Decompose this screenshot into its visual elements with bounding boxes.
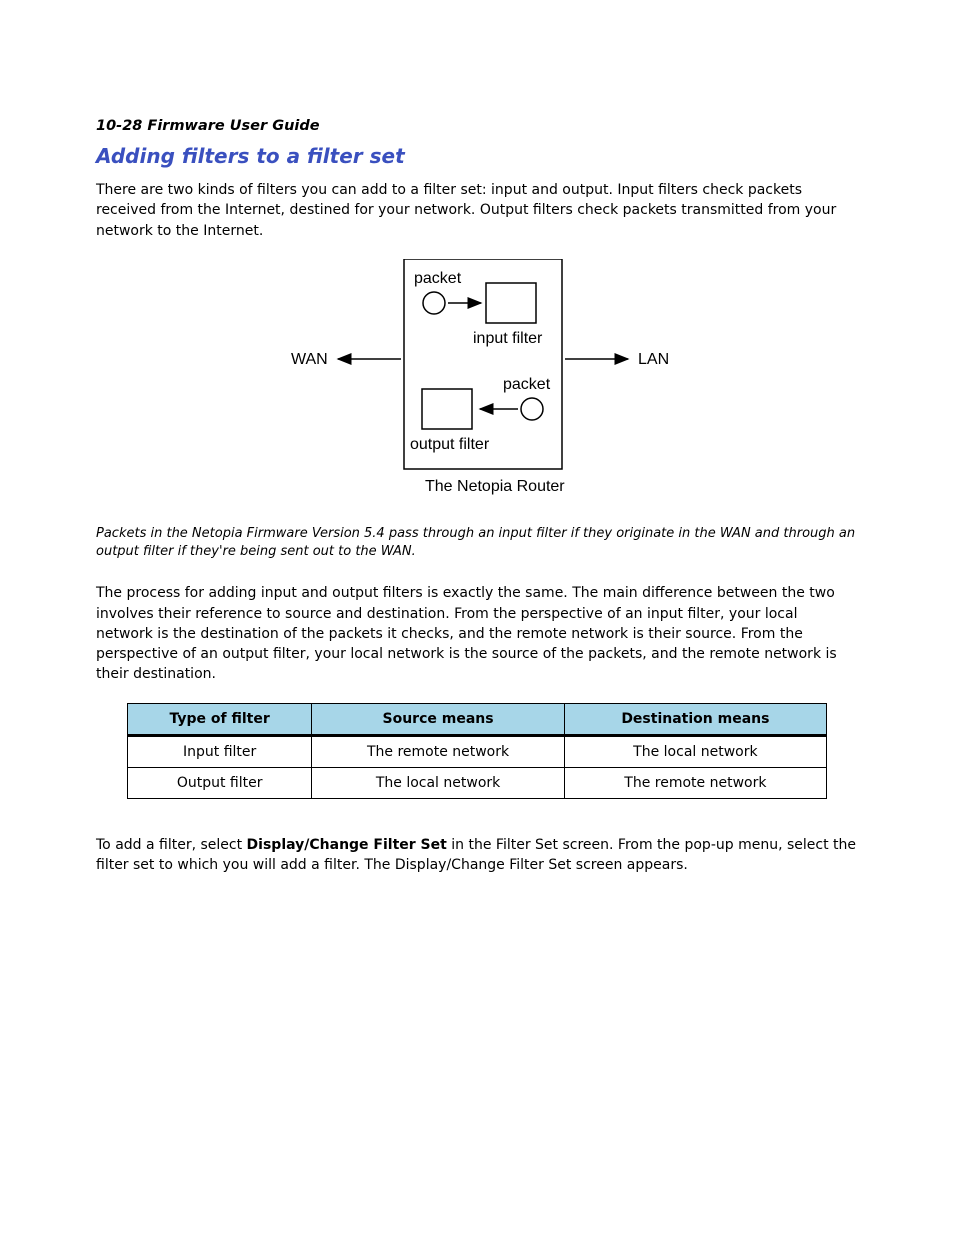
table-row: Input filter The remote network The loca… bbox=[128, 735, 827, 767]
cell-type: Input filter bbox=[128, 735, 312, 767]
intro-paragraph: There are two kinds of filters you can a… bbox=[96, 180, 858, 241]
cell-source: The remote network bbox=[312, 735, 564, 767]
packet-circle-icon bbox=[423, 292, 445, 314]
label-packet-bottom: packet bbox=[503, 376, 551, 393]
section-title: Adding filters to a filter set bbox=[96, 144, 858, 168]
filter-diagram: packet input filter WAN LAN packet bbox=[96, 259, 858, 503]
filter-table: Type of filter Source means Destination … bbox=[127, 703, 827, 799]
label-input-filter: input filter bbox=[473, 330, 543, 347]
table-row: Output filter The local network The remo… bbox=[128, 767, 827, 798]
packet-circle-icon bbox=[521, 398, 543, 420]
cell-dest: The remote network bbox=[564, 767, 826, 798]
col-dest-header: Destination means bbox=[564, 703, 826, 735]
col-source-header: Source means bbox=[312, 703, 564, 735]
label-wan: WAN bbox=[291, 351, 328, 368]
menu-name: Display/Change Filter Set bbox=[247, 837, 447, 853]
diagram-caption: Packets in the Netopia Firmware Version … bbox=[96, 525, 858, 561]
input-filter-box-icon bbox=[486, 283, 536, 323]
label-output-filter: output filter bbox=[410, 436, 490, 453]
cell-type: Output filter bbox=[128, 767, 312, 798]
col-type-header: Type of filter bbox=[128, 703, 312, 735]
label-device-name: The Netopia Router bbox=[425, 478, 565, 495]
output-filter-box-icon bbox=[422, 389, 472, 429]
page-header: 10-28 Firmware User Guide bbox=[96, 118, 858, 134]
cell-source: The local network bbox=[312, 767, 564, 798]
label-packet-top: packet bbox=[414, 270, 462, 287]
cell-dest: The local network bbox=[564, 735, 826, 767]
label-lan: LAN bbox=[638, 351, 669, 368]
process-paragraph: The process for adding input and output … bbox=[96, 583, 858, 684]
instruction-paragraph: To add a filter, select Display/Change F… bbox=[96, 835, 858, 876]
page: 10-28 Firmware User Guide Adding filters… bbox=[0, 0, 954, 1235]
text: To add a filter, select bbox=[96, 837, 247, 853]
